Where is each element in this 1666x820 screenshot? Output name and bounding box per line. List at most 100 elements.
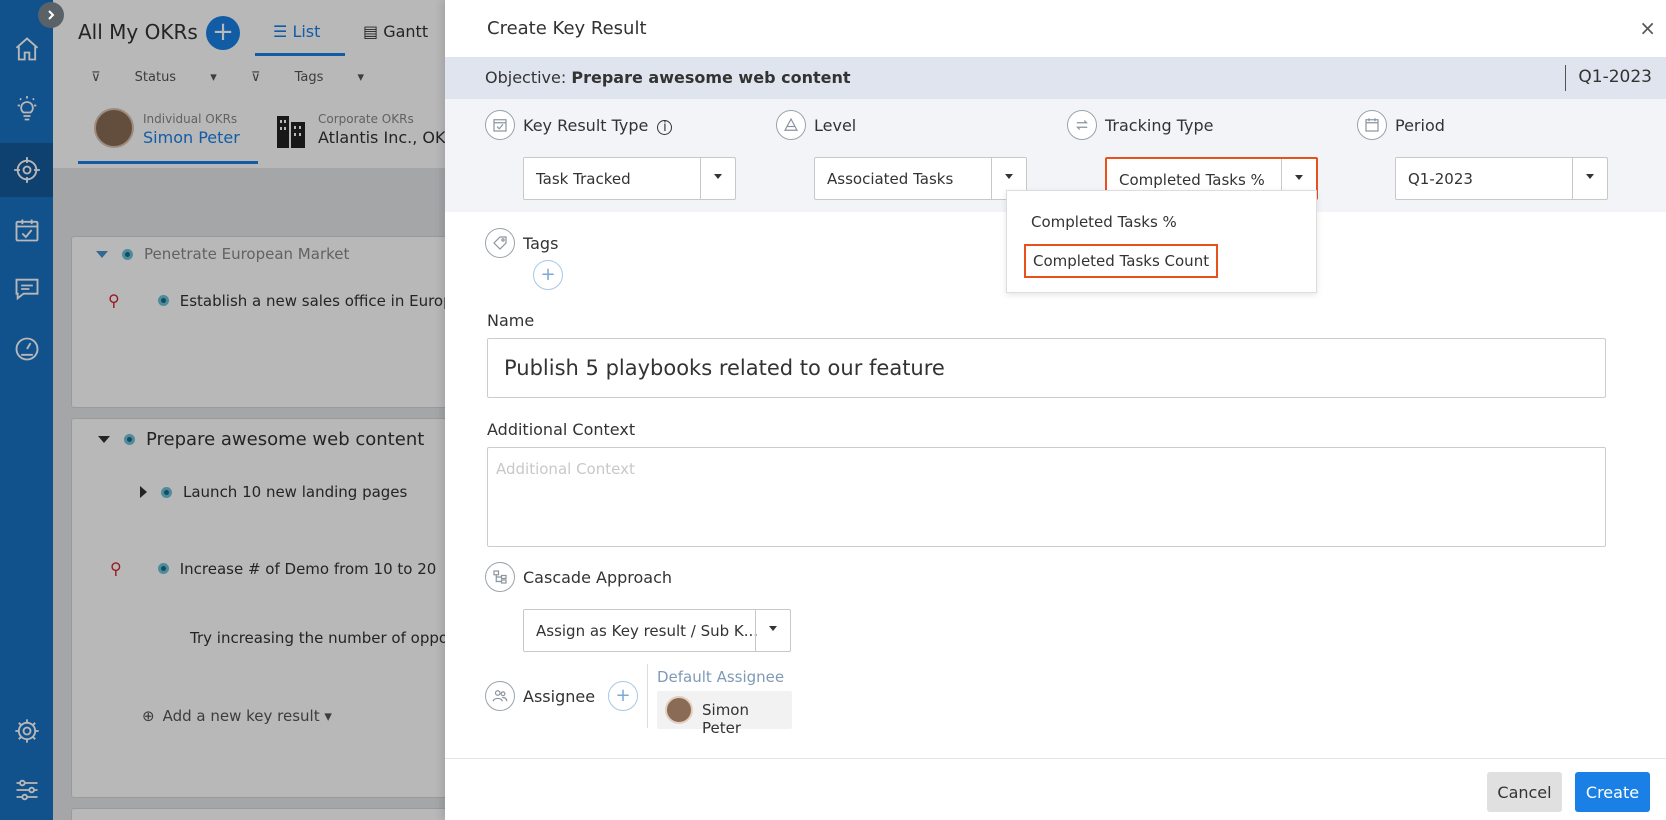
calendar-check-icon xyxy=(485,110,515,140)
filter-icon: ⊽ xyxy=(250,70,265,85)
objective-period: Q1-2023 xyxy=(1578,67,1652,87)
gear-icon[interactable] xyxy=(0,704,53,758)
status-dot-icon xyxy=(157,295,169,306)
key-result-row[interactable]: ⚲ Establish a new sales office in Europ xyxy=(108,291,445,310)
avatar xyxy=(665,696,693,724)
left-nav-rail xyxy=(0,0,53,820)
expand-caret-icon[interactable] xyxy=(140,486,147,498)
select-value: Completed Tasks % xyxy=(1119,171,1265,189)
create-key-result-panel: Create Key Result × Objective: Prepare a… xyxy=(445,0,1666,820)
collapse-caret-icon[interactable] xyxy=(98,436,110,443)
period-select[interactable]: Q1-2023 xyxy=(1395,157,1608,200)
key-result-row[interactable]: Launch 10 new landing pages xyxy=(140,483,407,501)
building-icon xyxy=(277,116,305,148)
swap-icon xyxy=(1067,110,1097,140)
tab-individual-okrs[interactable]: Individual OKRs Simon Peter xyxy=(78,100,258,164)
key-result-type-label: Key Result Type xyxy=(523,116,649,135)
divider xyxy=(647,664,648,728)
cascade-approach-label: Cascade Approach xyxy=(523,568,673,587)
app-topbar: All My OKRs + ☰ List ▤ Gantt xyxy=(53,0,445,60)
objective-title: Penetrate European Market xyxy=(144,245,350,263)
okr-list-view: All My OKRs + ☰ List ▤ Gantt ⊽ Status ▾ … xyxy=(53,0,445,820)
create-button[interactable]: Create xyxy=(1575,772,1650,812)
tab-corporate-okrs[interactable]: Corporate OKRs Atlantis Inc., OKR xyxy=(273,100,445,164)
key-result-type-select[interactable]: Task Tracked xyxy=(523,157,736,200)
add-okr-button[interactable]: + xyxy=(206,16,240,50)
divider xyxy=(1565,65,1566,91)
name-label: Name xyxy=(487,311,535,330)
info-icon[interactable]: i xyxy=(657,120,673,135)
gauge-icon[interactable] xyxy=(0,322,53,376)
chat-icon[interactable] xyxy=(0,262,53,316)
cascade-approach-select[interactable]: Assign as Key result / Sub K... xyxy=(523,609,791,652)
kr-note-text: Try increasing the number of oppor xyxy=(190,629,445,647)
status-dot-icon xyxy=(124,434,135,445)
status-dot-icon xyxy=(122,248,133,260)
tags-field: Tags xyxy=(485,228,685,288)
add-assignee-button[interactable]: + xyxy=(608,681,638,711)
hierarchy-icon xyxy=(485,562,515,592)
additional-context-label: Additional Context xyxy=(487,420,636,439)
add-key-result-link[interactable]: ⊕ Add a new key result ▾ xyxy=(142,707,332,725)
objective-row[interactable]: Penetrate European Market xyxy=(96,245,349,263)
panel-title: Create Key Result xyxy=(487,18,647,39)
tab-list-label: List xyxy=(292,22,321,41)
objective-card: Penetrate European Market ⚲ Establish a … xyxy=(71,236,445,408)
assignee-chip[interactable]: Simon Peter xyxy=(657,691,792,737)
select-value: Task Tracked xyxy=(536,170,631,188)
objective-bar: Objective: Prepare awesome web content Q… xyxy=(445,57,1666,99)
tab-gantt-label: Gantt xyxy=(383,22,429,41)
cascade-approach-field: Cascade Approach Assign as Key result / … xyxy=(485,562,805,652)
filter-icon: ⊽ xyxy=(91,70,105,85)
chevron-right-icon xyxy=(48,10,55,20)
key-result-type-field: Key Result Type i Task Tracked xyxy=(485,110,745,200)
add-tag-button[interactable]: + xyxy=(533,260,563,290)
okr-scope-tabs: Individual OKRs Simon Peter Corporate OK… xyxy=(78,100,445,164)
dropdown-option-completed-tasks-percent[interactable]: Completed Tasks % xyxy=(1031,213,1177,231)
key-result-title: Increase # of Demo from 10 to 20 xyxy=(179,559,437,578)
tracking-type-label: Tracking Type xyxy=(1105,116,1214,135)
kr-note: Try increasing the number of oppor xyxy=(190,629,445,647)
status-filter[interactable]: ⊽ Status ▾ xyxy=(91,70,217,85)
level-select[interactable]: Associated Tasks xyxy=(814,157,1027,200)
expand-sidebar-button[interactable] xyxy=(38,2,64,28)
field-label: Key Result Type i xyxy=(523,116,673,135)
collapse-caret-icon[interactable] xyxy=(96,250,108,258)
avatar xyxy=(94,108,134,148)
level-field: Level Associated Tasks xyxy=(776,110,1036,200)
close-icon[interactable]: × xyxy=(1639,16,1656,40)
cancel-button[interactable]: Cancel xyxy=(1487,772,1562,812)
target-icon[interactable] xyxy=(0,143,53,197)
objective-row[interactable]: Prepare awesome web content xyxy=(98,429,424,450)
tab-gantt[interactable]: ▤ Gantt xyxy=(363,22,428,41)
key-result-row[interactable]: ⚲ Increase # of Demo from 10 to 20 xyxy=(110,559,436,578)
chevron-down-icon[interactable] xyxy=(1572,158,1607,199)
calendar-icon xyxy=(1357,110,1387,140)
users-icon xyxy=(485,681,515,711)
chevron-down-icon[interactable] xyxy=(755,610,790,651)
home-icon[interactable] xyxy=(0,22,53,76)
lightbulb-icon[interactable] xyxy=(0,82,53,136)
tag-icon xyxy=(485,228,515,258)
period-field: Period Q1-2023 xyxy=(1357,110,1617,200)
add-key-result-label: Add a new key result xyxy=(162,707,320,725)
plus-circle-icon: ⊕ xyxy=(142,707,155,725)
additional-context-input[interactable] xyxy=(487,447,1606,547)
tab-list[interactable]: ☰ List xyxy=(255,16,345,56)
name-input[interactable] xyxy=(487,338,1606,398)
list-icon: ☰ xyxy=(273,22,293,41)
calendar-check-icon[interactable] xyxy=(0,203,53,257)
objective-info: Objective: Prepare awesome web content xyxy=(485,68,851,87)
status-filter-label: Status xyxy=(134,70,177,85)
location-pin-icon: ⚲ xyxy=(110,559,122,578)
chevron-down-icon[interactable] xyxy=(700,158,735,199)
gantt-icon: ▤ xyxy=(363,22,384,41)
tags-filter-label: Tags xyxy=(294,70,324,85)
okr-tab-caption: Individual OKRs xyxy=(143,112,238,126)
objective-card: Prepare awesome web content Launch 10 ne… xyxy=(71,418,445,798)
tags-filter[interactable]: ⊽ Tags ▾ xyxy=(251,70,364,85)
dropdown-option-completed-tasks-count[interactable]: Completed Tasks Count xyxy=(1024,244,1219,278)
sliders-icon[interactable] xyxy=(0,763,53,817)
key-result-title: Launch 10 new landing pages xyxy=(183,483,408,501)
tracking-type-field: Tracking Type Completed Tasks % xyxy=(1067,110,1327,200)
